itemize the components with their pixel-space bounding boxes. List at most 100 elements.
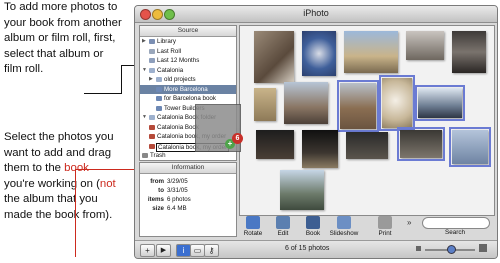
source-item-catalonia[interactable]: ▼ Catalonia (140, 66, 236, 76)
drag-count-badge: 6 (232, 133, 243, 144)
library-icon (149, 39, 155, 44)
disclosure-triangle-down-icon[interactable]: ▼ (142, 113, 147, 123)
window-title: iPhoto (303, 8, 329, 18)
photo-thumbnail[interactable] (284, 82, 328, 124)
info-label: from (150, 178, 164, 185)
book-label: Book (305, 230, 321, 237)
search-input[interactable] (422, 217, 490, 229)
edit-label: Edit (277, 230, 289, 237)
information-pane: Information from 3/29/05 to 3/31/05 items 6… (139, 162, 237, 237)
book-button[interactable]: Book (299, 216, 327, 240)
source-item-last-12-months[interactable]: Last 12 Months (140, 56, 236, 66)
book-icon (149, 143, 155, 149)
album-icon (156, 96, 162, 101)
rotate-button[interactable]: Rotate (239, 216, 267, 240)
folder-icon (149, 115, 155, 120)
instruction-2a: Select the photos you want to add and dr… (4, 131, 114, 174)
photo-thumbnail[interactable] (346, 132, 388, 159)
rotate-icon (246, 216, 260, 229)
album-icon (156, 105, 162, 111)
zoom-slider-knob[interactable] (447, 245, 456, 254)
photo-thumbnail-selected[interactable] (379, 75, 415, 131)
album-icon (156, 86, 162, 92)
more-tools-chevron-icon[interactable]: » (407, 218, 411, 227)
print-button[interactable]: Print (371, 216, 399, 240)
callout-line (121, 65, 135, 66)
photo-thumbnail[interactable] (254, 88, 276, 121)
folder-icon (156, 77, 162, 82)
photo-thumbnail[interactable] (254, 31, 294, 83)
info-value: 3/31/05 (167, 187, 188, 194)
zoom-small-icon (416, 246, 421, 251)
disclosure-triangle-icon[interactable]: ▶ (149, 75, 153, 85)
title-bar[interactable]: iPhoto (135, 6, 497, 23)
instruction-text-2: Select the photos you want to add and dr… (4, 130, 122, 223)
info-label: to (158, 187, 164, 194)
callout-line (121, 65, 122, 94)
photo-thumbnail-selected[interactable] (397, 127, 445, 161)
instruction-2c: the album that you made the book from). (4, 193, 113, 221)
info-label: items (147, 196, 164, 203)
instruction-1: To add more photos to your book from ano… (4, 1, 122, 75)
printer-icon (378, 216, 392, 229)
search-label: Search (445, 229, 465, 236)
edit-button[interactable]: Edit (269, 216, 297, 240)
photo-toolbar: Rotate Edit Book Slideshow Print » Searc… (239, 215, 493, 240)
info-row-items: items 6 photos (140, 195, 236, 204)
slideshow-button[interactable]: Slideshow (327, 216, 361, 240)
source-item-last-roll[interactable]: Last Roll (140, 47, 236, 57)
source-item-for-barcelona-book[interactable]: for Barcelona book (140, 94, 236, 104)
edit-icon (276, 216, 290, 229)
photo-thumbnail[interactable] (280, 170, 324, 210)
source-item-label: Last 12 Months (157, 57, 200, 64)
source-item-label: old projects (164, 76, 196, 83)
info-button[interactable]: i (176, 244, 191, 257)
play-slideshow-button[interactable]: ▶ (156, 244, 171, 257)
calendar-icon (149, 58, 155, 63)
info-value: 3/29/05 (167, 178, 188, 185)
info-value: 6.4 MB (167, 205, 187, 212)
disclosure-triangle-icon[interactable]: ▶ (142, 37, 146, 47)
info-row-to: to 3/31/05 (140, 186, 236, 195)
source-item-label: Library (157, 38, 176, 45)
source-header: Source (140, 26, 236, 37)
source-item-label: Last Roll (157, 47, 182, 55)
photo-thumbnail-selected[interactable] (337, 80, 379, 132)
info-value: 6 photos (167, 196, 191, 203)
source-item-label: More Barcelona (164, 85, 208, 93)
photo-viewer[interactable] (239, 25, 495, 216)
source-item-label: Catalonia (157, 66, 184, 74)
folder-icon (149, 67, 155, 73)
slideshow-icon (337, 216, 351, 229)
rotate-label: Rotate (243, 230, 263, 237)
print-label: Print (378, 230, 392, 237)
callout-line-red (75, 169, 76, 257)
source-item-library[interactable]: ▶ Library (140, 37, 236, 47)
source-item-label: Trash (150, 152, 166, 159)
source-item-old-projects[interactable]: ▶ old projects (140, 75, 236, 85)
photo-thumbnail[interactable] (406, 31, 444, 60)
photo-thumbnail[interactable] (302, 130, 338, 168)
photo-thumbnail-selected[interactable] (415, 85, 465, 121)
photo-thumbnail[interactable] (302, 31, 336, 76)
instruction-book-word: book (64, 162, 89, 174)
info-label: size (152, 205, 164, 212)
photo-thumbnail[interactable] (256, 130, 294, 159)
source-item-trash[interactable]: Trash (140, 151, 236, 160)
calendar-button[interactable]: ▭ (190, 244, 205, 257)
photo-thumbnail[interactable] (452, 31, 486, 73)
zoom-large-icon (479, 244, 487, 252)
info-row-from: from 3/29/05 (140, 177, 236, 186)
photo-thumbnail[interactable] (344, 31, 398, 73)
book-icon (306, 216, 320, 229)
source-item-more-barcelona[interactable]: More Barcelona (140, 84, 236, 94)
photo-thumbnail-selected[interactable] (449, 127, 491, 167)
keywords-button[interactable]: ⚷ (204, 244, 219, 257)
disclosure-triangle-down-icon[interactable]: ▼ (142, 66, 147, 76)
source-item-label: for Barcelona book (164, 95, 216, 102)
instruction-2b: you're working on ( (4, 177, 100, 190)
instruction-not-word: not (99, 177, 116, 190)
info-row-size: size 6.4 MB (140, 204, 236, 213)
add-album-button[interactable]: + (140, 244, 155, 257)
book-icon (149, 134, 155, 139)
